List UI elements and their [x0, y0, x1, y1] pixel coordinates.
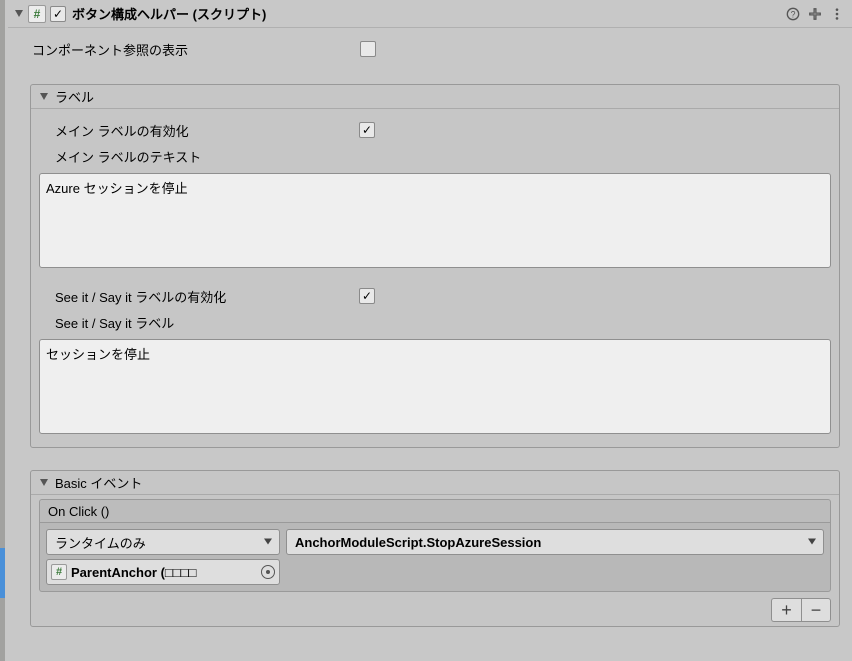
events-section-header[interactable]: Basic イベント: [31, 471, 839, 495]
preset-icon[interactable]: [806, 5, 824, 23]
add-event-button[interactable]: +: [771, 598, 801, 622]
function-value: AnchorModuleScript.StopAzureSession: [295, 535, 541, 550]
runtime-mode-value: ランタイムのみ: [55, 533, 146, 552]
labels-section: ラベル メイン ラベルの有効化 ✓ メイン ラベルのテキスト See it / …: [30, 84, 840, 448]
component-header: # ✓ ボタン構成ヘルパー (スクリプト) ?: [8, 0, 852, 28]
script-icon: #: [28, 5, 46, 23]
main-label-enable-label: メイン ラベルの有効化: [39, 121, 359, 140]
target-object-field[interactable]: # ParentAnchor (□□□□: [46, 559, 280, 585]
see-say-enable-checkbox[interactable]: ✓: [359, 288, 375, 304]
function-dropdown[interactable]: AnchorModuleScript.StopAzureSession: [286, 529, 824, 555]
script-icon: #: [51, 564, 67, 580]
labels-section-header[interactable]: ラベル: [31, 85, 839, 109]
events-section-title: Basic イベント: [55, 473, 142, 492]
main-label-enable-checkbox[interactable]: ✓: [359, 122, 375, 138]
onclick-title: On Click (): [48, 504, 109, 519]
component-title: ボタン構成ヘルパー (スクリプト): [72, 4, 266, 23]
see-say-enable-label: See it / Say it ラベルの有効化: [39, 287, 359, 306]
show-component-refs-row: コンポーネント参照の表示: [20, 38, 840, 60]
object-picker-icon[interactable]: [261, 565, 275, 579]
see-say-text-label: See it / Say it ラベル: [39, 313, 359, 332]
foldout-toggle[interactable]: [14, 9, 24, 19]
main-label-text-label: メイン ラベルのテキスト: [39, 147, 359, 166]
events-foldout-icon: [39, 478, 49, 488]
labels-section-title: ラベル: [55, 87, 94, 106]
target-object-value: ParentAnchor (□□□□: [71, 565, 257, 580]
chevron-down-icon: [807, 535, 817, 550]
labels-foldout-icon: [39, 92, 49, 102]
chevron-down-icon: [263, 535, 273, 550]
svg-text:?: ?: [791, 9, 796, 19]
events-section: Basic イベント On Click () ランタイムのみ: [30, 470, 840, 627]
see-say-text-input[interactable]: [39, 339, 831, 434]
show-component-refs-label: コンポーネント参照の表示: [20, 40, 360, 59]
runtime-mode-dropdown[interactable]: ランタイムのみ: [46, 529, 280, 555]
help-icon[interactable]: ?: [784, 5, 802, 23]
component-enable-checkbox[interactable]: ✓: [50, 6, 66, 22]
remove-event-button[interactable]: −: [801, 598, 831, 622]
onclick-body: ランタイムのみ AnchorModuleScript.StopAzureSess…: [39, 523, 831, 592]
context-menu-icon[interactable]: [828, 5, 846, 23]
show-component-refs-checkbox[interactable]: [360, 41, 376, 57]
main-label-text-input[interactable]: [39, 173, 831, 268]
onclick-header: On Click (): [39, 499, 831, 523]
